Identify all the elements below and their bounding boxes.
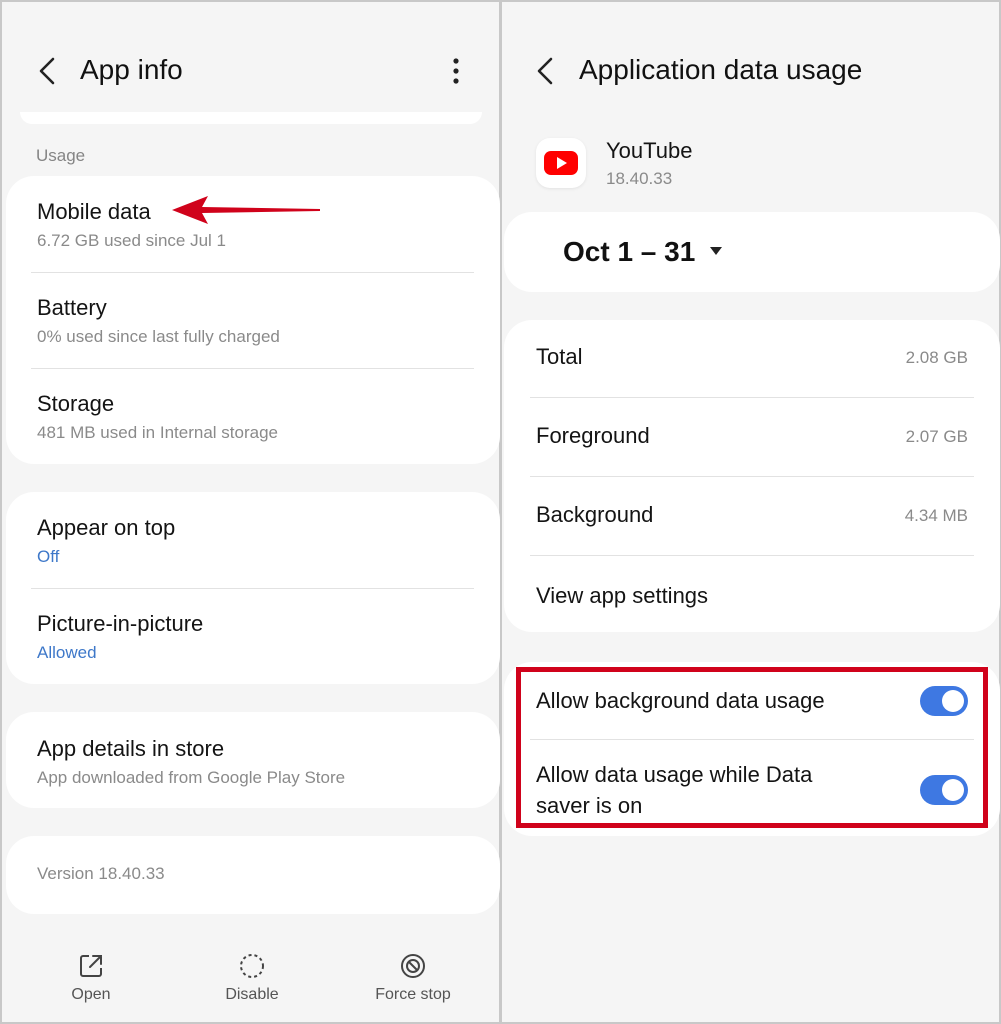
previous-card-edge [20, 112, 482, 124]
app-version: 18.40.33 [606, 169, 673, 188]
app-name: YouTube [606, 138, 693, 163]
version-text: Version 18.40.33 [37, 864, 165, 883]
appear-on-top-title: Appear on top [37, 515, 176, 540]
mobile-data-title: Mobile data [37, 199, 151, 224]
background-label: Background [536, 502, 654, 527]
battery-title: Battery [37, 295, 107, 320]
total-value: 2.08 GB [905, 348, 968, 367]
disable-label: Disable [225, 986, 279, 1003]
pip-status: Allowed [37, 643, 97, 662]
foreground-value: 2.07 GB [905, 427, 968, 446]
annotation-arrow-icon [172, 196, 320, 224]
more-options-icon[interactable] [446, 56, 466, 86]
battery-sub: 0% used since last fully charged [37, 327, 280, 346]
open-button[interactable]: Open [36, 952, 146, 1004]
date-range-label: Oct 1 – 31 [563, 236, 696, 267]
youtube-logo-icon [544, 151, 578, 175]
usage-section-label: Usage [36, 146, 86, 165]
back-arrow-icon[interactable] [35, 56, 61, 86]
divider [530, 555, 974, 556]
total-label: Total [536, 344, 583, 369]
background-value: 4.34 MB [904, 506, 968, 525]
version-card: Version 18.40.33 [6, 836, 500, 914]
force-stop-button[interactable]: Force stop [358, 952, 468, 1004]
mobile-data-sub: 6.72 GB used since Jul 1 [37, 231, 227, 250]
force-stop-label: Force stop [375, 986, 451, 1003]
appear-on-top-status: Off [37, 547, 60, 566]
store-card[interactable]: App details in store App downloaded from… [6, 712, 500, 808]
dropdown-triangle-icon [710, 247, 722, 255]
divider [530, 397, 974, 398]
view-app-settings-link[interactable]: View app settings [536, 583, 708, 609]
foreground-label: Foreground [536, 423, 650, 448]
storage-title: Storage [37, 391, 115, 416]
page-title: App info [80, 54, 183, 85]
application-data-usage-screen: Application data usage YouTube 18.40.33 … [500, 0, 1001, 1024]
divider [530, 476, 974, 477]
usage-stats-card: Total 2.08 GB Foreground 2.07 GB Backgro… [504, 320, 1000, 632]
date-range-selector[interactable]: Oct 1 – 31 [504, 212, 1000, 292]
pip-title: Picture-in-picture [37, 611, 204, 636]
open-external-icon [80, 955, 102, 977]
divider [31, 368, 474, 369]
storage-sub: 481 MB used in Internal storage [37, 423, 278, 442]
app-icon-container [536, 138, 586, 188]
back-arrow-icon[interactable] [533, 56, 559, 86]
divider [31, 272, 474, 273]
force-stop-icon [401, 954, 425, 978]
divider [31, 588, 474, 589]
app-info-screen: App info Usage Mobile data 6.72 GB used … [0, 0, 501, 1024]
page-title: Application data usage [579, 54, 863, 85]
annotation-highlight-box [516, 667, 988, 828]
open-label: Open [71, 986, 111, 1003]
disable-button[interactable]: Disable [197, 952, 307, 1004]
store-title: App details in store [37, 736, 225, 761]
permissions-card: Appear on top Off Picture-in-picture All… [6, 492, 500, 684]
store-sub: App downloaded from Google Play Store [37, 768, 346, 787]
disable-dashed-circle-icon [240, 954, 264, 978]
